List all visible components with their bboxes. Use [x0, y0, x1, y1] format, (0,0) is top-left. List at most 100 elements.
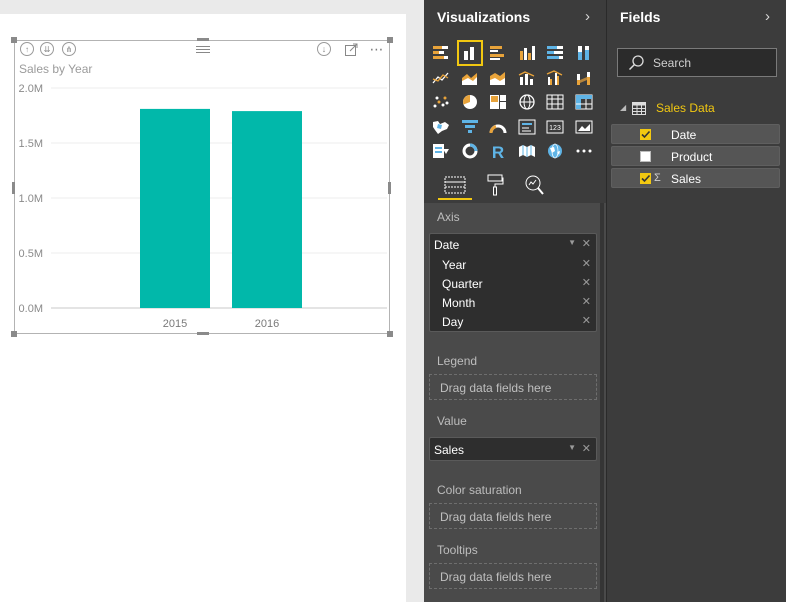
stacked-area-chart-icon[interactable] [487, 67, 509, 89]
ribbon-chart-icon[interactable] [573, 67, 595, 89]
pie-chart-icon[interactable] [459, 91, 481, 113]
resize-handle-right[interactable] [388, 182, 391, 194]
value-well[interactable]: Sales ▼ ✕ [429, 437, 597, 461]
globe-map-icon[interactable] [544, 140, 566, 162]
value-well-label: Value [437, 414, 467, 428]
field-checkbox-product[interactable] [640, 151, 651, 162]
matrix-chart-icon[interactable] [573, 91, 595, 113]
table-sales-data[interactable]: ◢ Sales Data [607, 99, 786, 119]
color-saturation-well-label: Color saturation [437, 483, 522, 497]
report-canvas: ↑ ⇊ ⋔ ↓ ⋯ Sales by Year 0.0M 0.5M 1.0M 1.5M… [0, 0, 424, 602]
table-chart-icon[interactable] [544, 91, 566, 113]
map-chart-icon[interactable] [516, 91, 538, 113]
stacked-column-100-chart-icon[interactable] [516, 42, 538, 64]
fields-pane: Fields › Search ◢ Sales Data Date Produc… [606, 0, 786, 602]
x-tick-label: 2016 [255, 318, 279, 330]
collapse-visualizations-chevron-icon[interactable]: › [585, 8, 590, 25]
funnel-chart-icon[interactable] [459, 116, 481, 138]
field-wells-scrollbar[interactable] [600, 203, 604, 602]
gauge-chart-icon[interactable] [487, 116, 509, 138]
y-tick-label: 2.0M [19, 83, 43, 95]
slicer-icon[interactable] [430, 140, 452, 162]
fields-tab-icon[interactable] [442, 172, 468, 198]
axis-field-date[interactable]: Date ▼ ✕ [430, 235, 596, 254]
search-placeholder: Search [653, 56, 692, 70]
hierarchy-level-month[interactable]: Month ✕ [430, 293, 596, 312]
fields-pane-title: Fields [620, 9, 661, 25]
visualization-tabs [424, 168, 606, 202]
column-chart-visual[interactable]: ↑ ⇊ ⋔ ↓ ⋯ Sales by Year 0.0M 0.5M 1.0M 1.5M… [14, 40, 390, 334]
collapse-fields-chevron-icon[interactable]: › [765, 8, 770, 25]
stacked-bar-chart-icon[interactable] [430, 42, 452, 64]
remove-field-icon[interactable]: ✕ [582, 237, 591, 250]
treemap-chart-icon[interactable] [487, 91, 509, 113]
r-script-visual-icon[interactable]: R [487, 140, 509, 162]
fields-search-input[interactable]: Search [617, 48, 777, 77]
field-dropdown-icon[interactable]: ▼ [568, 238, 576, 247]
field-item-sales[interactable]: Σ Sales [611, 168, 780, 188]
legend-well-label: Legend [437, 354, 478, 368]
scatter-chart-icon[interactable] [430, 91, 452, 113]
remove-level-icon[interactable]: ✕ [582, 314, 591, 327]
resize-handle-top[interactable] [197, 38, 209, 41]
line-clustered-column-chart-icon[interactable] [544, 67, 566, 89]
remove-level-icon[interactable]: ✕ [582, 295, 591, 308]
field-item-product[interactable]: Product [611, 146, 780, 166]
field-item-date[interactable]: Date [611, 124, 780, 144]
field-dropdown-icon[interactable]: ▼ [568, 443, 576, 452]
tooltips-well-label: Tooltips [437, 543, 478, 557]
visualizations-pane-title: Visualizations [437, 9, 531, 25]
value-field-sales[interactable]: Sales ▼ ✕ [430, 440, 596, 459]
y-tick-label: 0.0M [19, 303, 43, 315]
bar-2016[interactable] [232, 111, 302, 308]
table-icon [632, 102, 646, 120]
search-icon [628, 55, 644, 76]
filled-map-chart-icon[interactable] [430, 116, 452, 138]
visualizations-pane: Visualizations › 123 R Axis Date ▼ ✕ Year… [424, 0, 606, 602]
clustered-column-chart-icon[interactable] [456, 40, 483, 66]
hierarchy-level-day[interactable]: Day ✕ [430, 312, 596, 331]
resize-handle-bottom-left[interactable] [11, 331, 17, 337]
resize-handle-bottom[interactable] [197, 332, 209, 335]
field-checkbox-sales[interactable] [640, 173, 651, 184]
remove-field-icon[interactable]: ✕ [582, 442, 591, 455]
axis-well-label: Axis [437, 210, 460, 224]
card-icon[interactable]: 123 [544, 116, 566, 138]
chart-plot-area: 0.0M 0.5M 1.0M 1.5M 2.0M 2015 2016 [19, 83, 387, 330]
kpi-icon[interactable] [573, 116, 595, 138]
bar-2015[interactable] [140, 108, 210, 309]
resize-handle-left[interactable] [12, 182, 15, 194]
remove-level-icon[interactable]: ✕ [582, 276, 591, 289]
tooltips-drop-zone[interactable]: Drag data fields here [429, 563, 597, 589]
table-name: Sales Data [656, 101, 715, 115]
line-column-chart-icon[interactable] [516, 67, 538, 89]
donut-chart-icon[interactable] [459, 140, 481, 162]
field-checkbox-date[interactable] [640, 129, 651, 140]
color-saturation-drop-zone[interactable]: Drag data fields here [429, 503, 597, 529]
field-wells: Axis Date ▼ ✕ Year ✕ Quarter ✕ Month ✕ D… [424, 203, 606, 602]
resize-handle-top-left[interactable] [11, 37, 17, 43]
legend-drop-zone[interactable]: Drag data fields here [429, 374, 597, 400]
y-tick-label: 1.5M [19, 138, 43, 150]
sigma-measure-icon: Σ [654, 172, 661, 184]
shape-map-icon[interactable] [516, 140, 538, 162]
line-chart-icon[interactable] [430, 67, 452, 89]
column-100-chart-icon[interactable] [573, 42, 595, 64]
remove-level-icon[interactable]: ✕ [582, 257, 591, 270]
area-chart-icon[interactable] [459, 67, 481, 89]
report-page[interactable]: ↑ ⇊ ⋔ ↓ ⋯ Sales by Year 0.0M 0.5M 1.0M 1.5M… [0, 14, 406, 602]
bar-100-chart-icon[interactable] [544, 42, 566, 64]
format-paint-roller-icon[interactable] [482, 172, 508, 198]
svg-text:R: R [492, 143, 504, 159]
hierarchy-level-year[interactable]: Year ✕ [430, 255, 596, 274]
hierarchy-level-quarter[interactable]: Quarter ✕ [430, 274, 596, 293]
resize-handle-top-right[interactable] [387, 37, 393, 43]
axis-well[interactable]: Date ▼ ✕ Year ✕ Quarter ✕ Month ✕ Day ✕ [429, 233, 597, 332]
collapse-table-triangle-icon[interactable]: ◢ [620, 103, 626, 112]
clustered-bar-chart-icon[interactable] [487, 42, 509, 64]
more-visuals-icon[interactable] [573, 140, 595, 162]
multi-row-card-icon[interactable] [516, 116, 538, 138]
analytics-magnifier-icon[interactable] [521, 172, 547, 198]
resize-handle-bottom-right[interactable] [387, 331, 393, 337]
active-tab-indicator [438, 198, 472, 200]
